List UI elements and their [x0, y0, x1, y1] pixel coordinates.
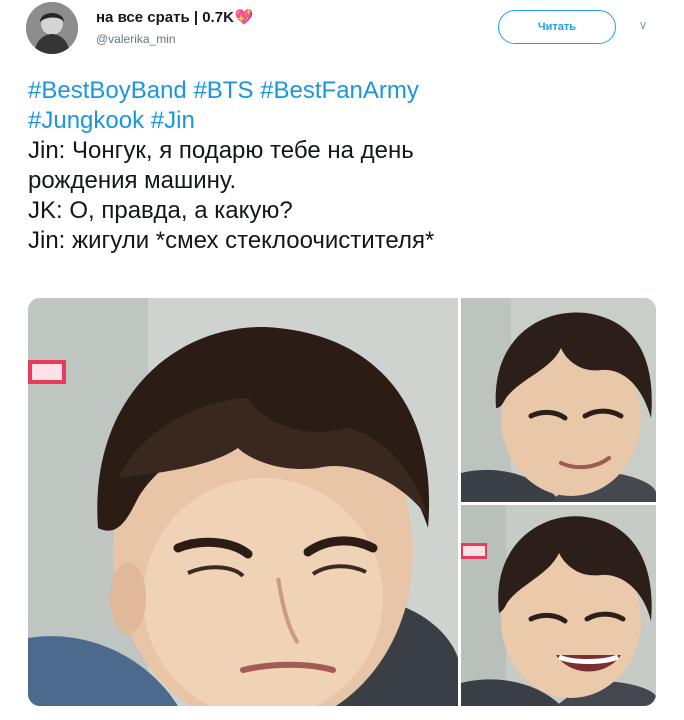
heart-icon: 💖 [234, 9, 254, 26]
hashtag-jin[interactable]: #Jin [151, 107, 195, 134]
author-name-row[interactable]: на все срать | 0.7K💖 [96, 8, 254, 26]
photo-top-right[interactable] [461, 298, 656, 502]
chevron-down-icon[interactable]: ∨ [636, 18, 650, 32]
avatar-image [26, 2, 78, 54]
photo-grid [28, 298, 656, 706]
hashtag-bts[interactable]: #BTS [193, 77, 253, 104]
tweet-line-1: Jin: Чонгук, я подарю тебе на день [28, 137, 414, 164]
photo-main-image [28, 298, 458, 706]
tweet-line-3: JK: О, правда, а какую? [28, 196, 668, 226]
hashtag-jungkook[interactable]: #Jungkook [28, 107, 144, 134]
hashtag-bestfanarmy[interactable]: #BestFanArmy [260, 77, 419, 104]
tweet-text: #BestBoyBand #BTS #BestFanArmy #Jungkook… [28, 76, 668, 256]
follow-button[interactable]: Читать [498, 10, 616, 44]
author-handle[interactable]: @valerika_min [96, 32, 176, 46]
hashtag-line-1: #BestBoyBand #BTS #BestFanArmy [28, 76, 668, 106]
photo-main[interactable] [28, 298, 458, 706]
photo-bottom-right[interactable] [461, 505, 656, 706]
avatar[interactable] [26, 2, 78, 54]
tweet-line-4: Jin: жигули *смех стеклоочистителя* [28, 227, 435, 254]
hashtag-line-2: #Jungkook #Jin [28, 106, 668, 136]
tweet-line-3-text: JK: О, правда, а какую? [28, 197, 293, 224]
photo-top-right-image [461, 298, 656, 502]
author-name[interactable]: на все срать | 0.7K [96, 9, 234, 26]
tweet-line-2: рождения машину. [28, 167, 237, 194]
photo-bottom-right-image [461, 505, 656, 706]
hashtag-bestboyband[interactable]: #BestBoyBand [28, 77, 187, 104]
